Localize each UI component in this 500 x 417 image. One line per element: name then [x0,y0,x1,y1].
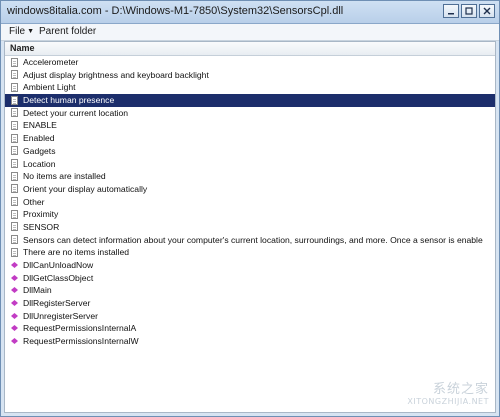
list-item[interactable]: DllCanUnloadNow [5,259,495,272]
list-item-label: RequestPermissionsInternalW [23,336,139,347]
watermark-sub: XITONGZHIJIA.NET [407,397,489,406]
list-item[interactable]: Orient your display automatically [5,183,495,196]
list-item[interactable]: Sensors can detect information about you… [5,234,495,247]
document-icon [11,222,18,232]
list-item[interactable]: Enabled [5,132,495,145]
document-icon [11,159,18,168]
function-icon [11,262,18,268]
app-window: windows8italia.com - D:\Windows-M1-7850\… [0,0,500,417]
list-item-label: There are no items installed [23,247,130,258]
list-item[interactable]: No items are installed [5,170,495,183]
window-controls [443,4,495,18]
list-item-label: Proximity [23,209,59,220]
list-item-label: Sensors can detect information about you… [23,234,483,245]
document-icon [11,235,18,245]
column-header-label: Name [10,43,35,53]
minimize-icon [448,13,454,15]
list-item[interactable]: Proximity [5,208,495,221]
maximize-button[interactable] [461,4,477,18]
list-item[interactable]: Other [5,196,495,209]
list-item[interactable]: DllRegisterServer [5,297,495,310]
parent-folder-button[interactable]: Parent folder [39,26,96,37]
function-icon [11,312,18,319]
document-icon [11,184,18,194]
list-item[interactable]: SENSOR [5,221,495,234]
list-item[interactable]: RequestPermissionsInternalA [5,322,495,335]
list-item-label: ENABLE [23,120,57,131]
list-item-label: DllMain [23,285,52,296]
document-icon [11,82,18,92]
document-icon [11,197,18,207]
title-bar[interactable]: windows8italia.com - D:\Windows-M1-7850\… [1,1,499,24]
watermark: 系统之家 XITONGZHIJIA.NET [407,378,489,406]
list-item-label: Other [23,196,45,207]
list-item-label: Gadgets [23,145,56,156]
function-icon [11,274,18,281]
window-title: windows8italia.com - D:\Windows-M1-7850\… [7,5,344,17]
list-item-label: DllCanUnloadNow [23,260,94,270]
list-item[interactable]: Gadgets [5,145,495,158]
list-item[interactable]: DllUnregisterServer [5,310,495,323]
chevron-down-icon: ▼ [27,28,35,35]
list-item-label: Adjust display brightness and keyboard b… [23,69,209,80]
list-item-label: No items are installed [23,171,106,182]
close-button[interactable] [479,4,495,18]
document-icon [11,133,18,143]
list-item[interactable]: Detect human presence [5,94,495,107]
function-icon [11,300,18,307]
list-item-label: DllUnregisterServer [23,310,98,321]
list-item-label: Location [23,158,56,169]
minimize-button[interactable] [443,4,459,18]
file-menu[interactable]: File ▼ [9,26,34,37]
list-item-label: RequestPermissionsInternalA [23,323,137,334]
list-item[interactable]: RequestPermissionsInternalW [5,335,495,348]
column-header-name[interactable]: Name [5,42,495,56]
menu-bar: File ▼ Parent folder [1,24,499,41]
list-item-label: Detect your current location [23,107,129,118]
function-icon [11,338,18,345]
list-item[interactable]: Ambient Light [5,81,495,94]
list-item-label: DllRegisterServer [23,298,91,309]
document-icon [11,57,18,67]
function-icon [11,325,18,332]
list-item[interactable]: Adjust display brightness and keyboard b… [5,69,495,82]
list-item-label: Accelerometer [23,57,79,67]
list-item-label: SENSOR [23,221,60,232]
list-item-label: Ambient Light [23,82,76,93]
document-icon [11,70,18,80]
document-icon [11,95,18,105]
document-icon [11,209,18,219]
list-item[interactable]: Accelerometer [5,56,495,69]
list-item[interactable]: There are no items installed [5,246,495,259]
list-item[interactable]: Location [5,158,495,171]
resource-list: Accelerometer Adjust display brightness a… [5,56,495,348]
list-item[interactable]: ENABLE [5,119,495,132]
function-icon [11,287,18,294]
list-item-label: Orient your display automatically [23,183,148,194]
list-item[interactable]: DllMain [5,284,495,297]
document-icon [11,108,18,118]
file-menu-label: File [9,26,26,37]
list-item-label: DllGetClassObject [23,272,94,283]
close-icon [483,7,491,15]
document-icon [11,247,18,257]
file-list-view[interactable]: Name Accelerometer Adjust display brightn… [4,41,496,413]
list-item[interactable]: DllGetClassObject [5,272,495,285]
watermark-main: 系统之家 [432,382,489,397]
maximize-icon [465,7,473,15]
list-item-label: Detect human presence [23,95,115,106]
document-icon [11,146,18,156]
list-item[interactable]: Detect your current location [5,107,495,120]
document-icon [11,171,18,181]
list-item-label: Enabled [23,133,55,144]
document-icon [11,120,18,130]
